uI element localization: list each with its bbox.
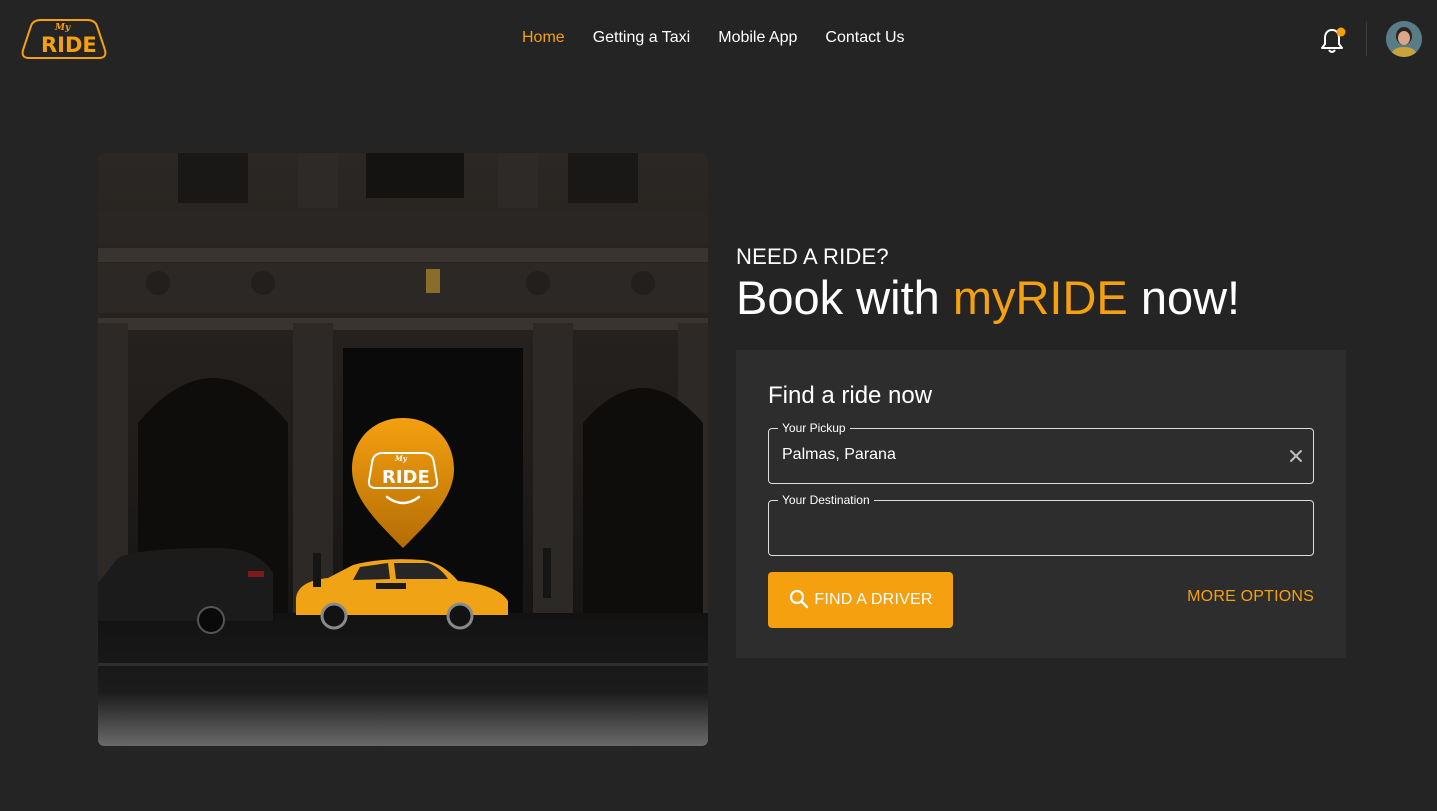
logo-small-text: My	[54, 23, 71, 33]
nav-item-mobile-app[interactable]: Mobile App	[718, 28, 797, 48]
hero-headline: Book with myRIDE now!	[736, 270, 1240, 326]
booking-card-title: Find a ride now	[768, 382, 933, 409]
headline-prefix: Book with	[736, 271, 953, 324]
destination-label: Your Destination	[778, 492, 874, 508]
headline-suffix: now!	[1127, 271, 1241, 324]
nav-item-home[interactable]: Home	[522, 28, 565, 48]
bell-icon[interactable]	[1320, 26, 1346, 54]
pickup-label: Your Pickup	[778, 420, 850, 436]
clear-icon[interactable]	[1285, 445, 1307, 467]
destination-field[interactable]: Your Destination	[768, 492, 1314, 556]
header-divider	[1366, 22, 1367, 56]
top-header: My RIDE Home Getting a Taxi Mobile App C…	[0, 0, 1437, 80]
page: My RIDE Home Getting a Taxi Mobile App C…	[0, 0, 1437, 811]
search-icon	[788, 588, 810, 613]
main-nav: Home Getting a Taxi Mobile App Contact U…	[522, 28, 933, 48]
destination-input[interactable]	[782, 518, 1262, 536]
user-avatar[interactable]	[1386, 21, 1422, 57]
find-driver-button[interactable]: FIND A DRIVER	[768, 572, 953, 628]
pin-logo-small-text: My	[394, 454, 408, 463]
myride-logo[interactable]: My RIDE	[21, 18, 107, 60]
hero-eyebrow: NEED A RIDE?	[736, 244, 889, 269]
nav-item-contact-us[interactable]: Contact Us	[825, 28, 904, 48]
nav-item-getting-a-taxi[interactable]: Getting a Taxi	[593, 28, 691, 48]
more-options-button[interactable]: MORE OPTIONS	[1187, 588, 1314, 606]
hero-image: My RIDE	[98, 153, 708, 746]
find-driver-label: FIND A DRIVER	[814, 591, 933, 608]
pickup-field[interactable]: Your Pickup	[768, 420, 1314, 484]
booking-card: Find a ride now Your Pickup Your Destina…	[736, 350, 1346, 658]
pickup-input[interactable]	[782, 446, 1262, 464]
headline-brand: myRIDE	[952, 271, 1128, 324]
notification-dot	[1336, 27, 1346, 37]
pin-logo-text: RIDE	[382, 467, 430, 488]
logo-text: RIDE	[41, 33, 97, 57]
